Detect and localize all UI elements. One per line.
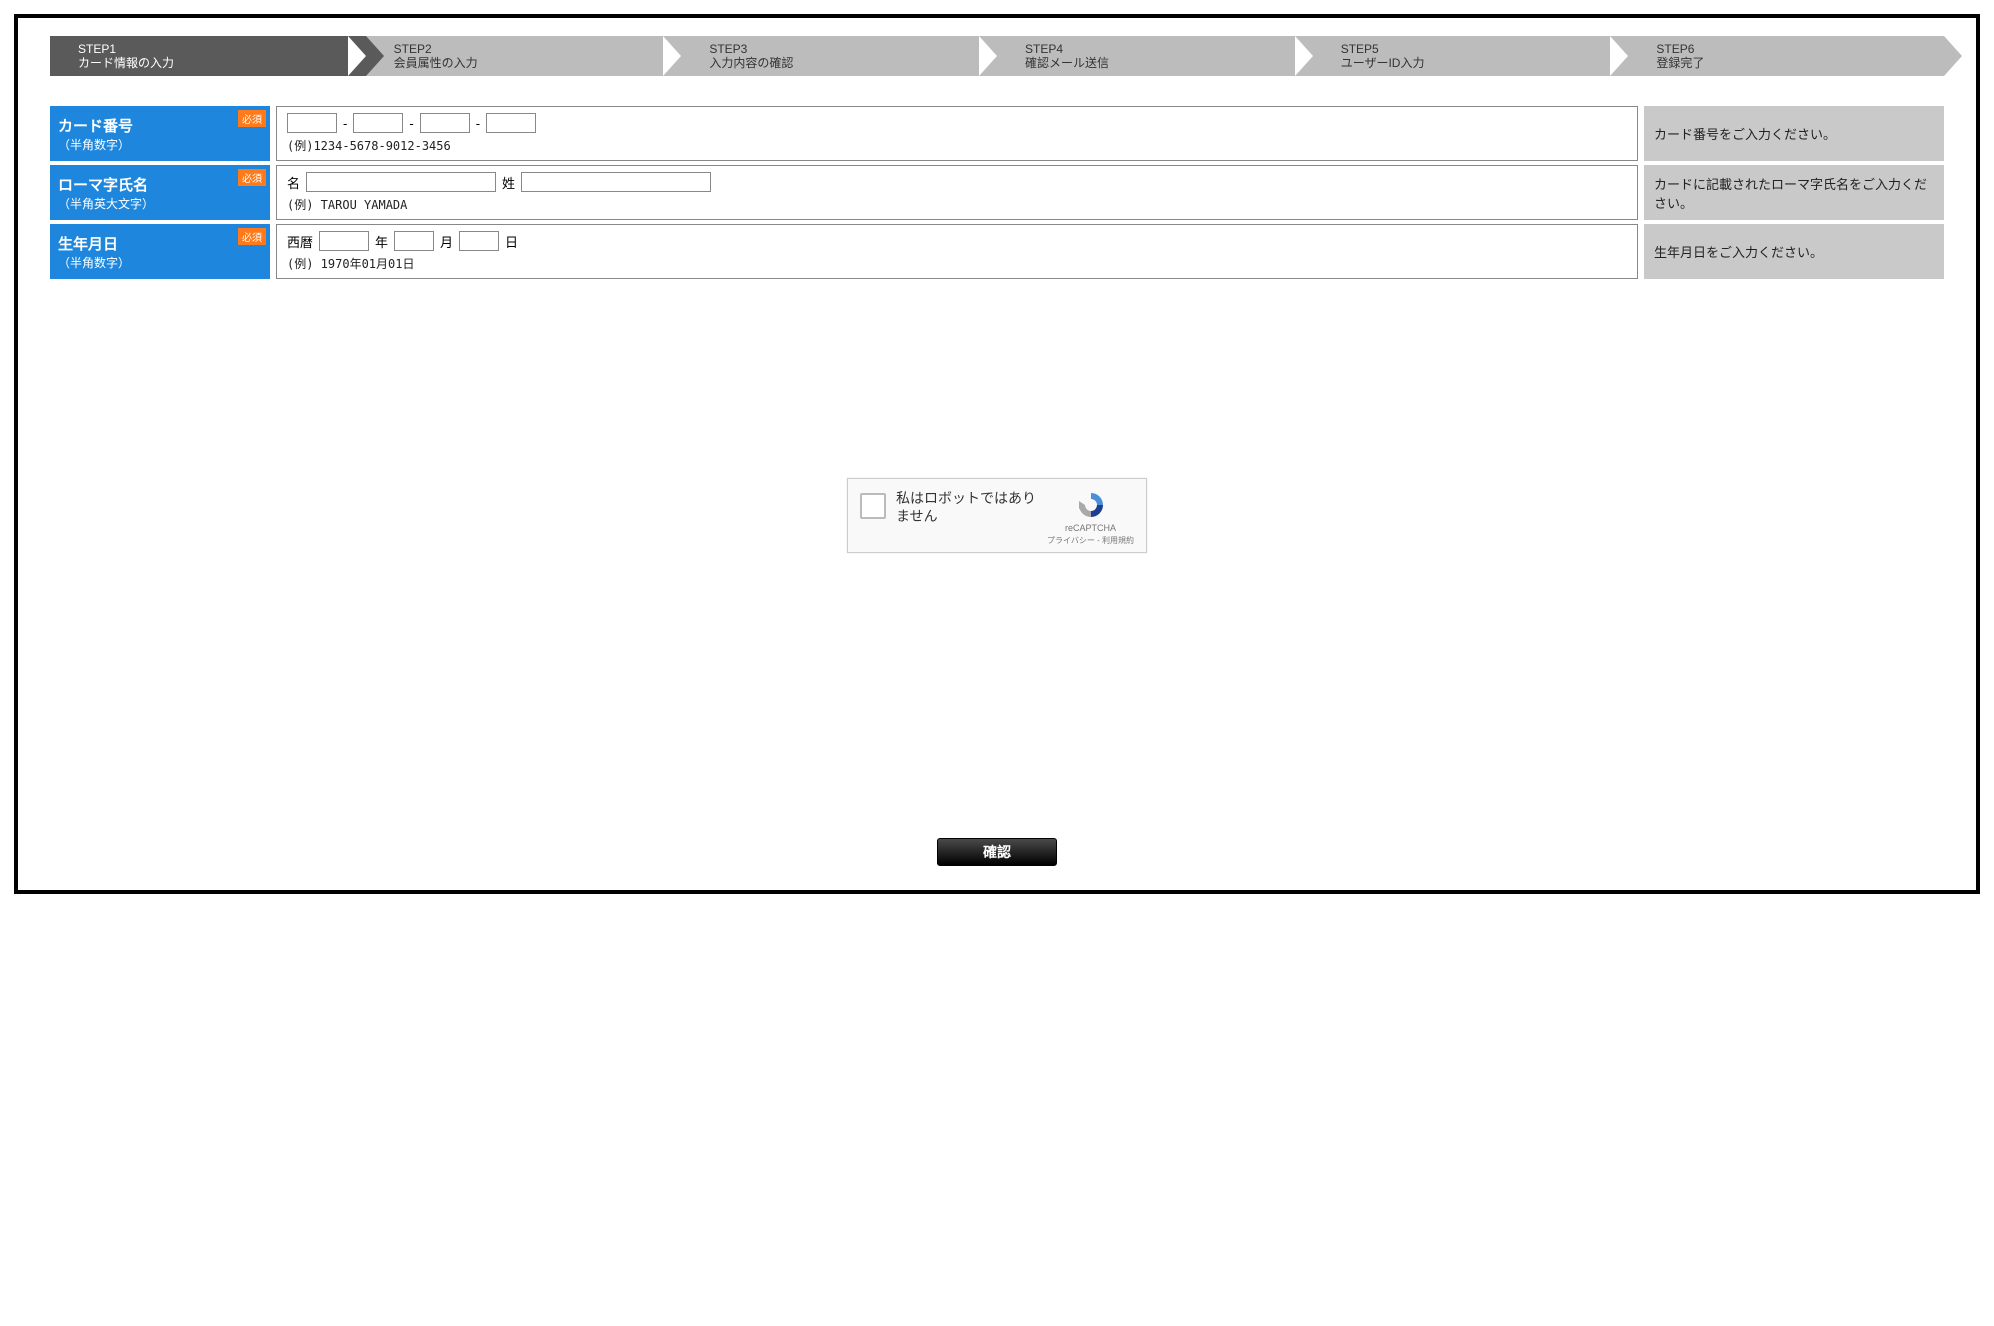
chevron-left-icon [1295, 36, 1313, 76]
step-label-line1: STEP4 [1025, 42, 1109, 56]
hint-dob: 生年月日をご入力ください。 [1644, 224, 1944, 279]
step-label-line2: 入力内容の確認 [709, 56, 793, 70]
label-main: カード番号 [58, 115, 262, 136]
chevron-left-icon [32, 36, 50, 76]
recaptcha-label: 私はロボットではありません [896, 489, 1037, 525]
recaptcha-terms-link[interactable]: 利用規約 [1102, 536, 1134, 545]
chevron-right-icon [366, 36, 384, 76]
label-sub: （半角数字） [58, 136, 262, 153]
name-input-line: 名 姓 [287, 172, 1627, 192]
name-example: (例) TAROU YAMADA [287, 196, 1627, 213]
chevron-right-icon [1313, 36, 1331, 76]
input-cell-name: 名 姓 (例) TAROU YAMADA [276, 165, 1638, 220]
required-badge: 必須 [238, 228, 266, 245]
step-label-line1: STEP1 [78, 42, 174, 56]
card-separator: - [409, 116, 413, 131]
recaptcha-brand-text: reCAPTCHA [1047, 523, 1134, 533]
card-example: (例)1234-5678-9012-3456 [287, 137, 1627, 154]
card-segment-4[interactable] [486, 113, 536, 133]
label-cell-dob: 生年月日 （半角数字） 必須 [50, 224, 270, 279]
card-input-line: - - - [287, 113, 1627, 133]
step-5: STEP5 ユーザーID入力 [1313, 36, 1629, 76]
label-main: ローマ字氏名 [58, 174, 262, 195]
dob-example: (例) 1970年01月01日 [287, 255, 1627, 272]
first-name-input[interactable] [306, 172, 496, 192]
recaptcha-branding: reCAPTCHA プライバシー - 利用規約 [1047, 489, 1134, 546]
day-suffix: 日 [505, 232, 518, 251]
step-label-line2: 登録完了 [1656, 56, 1704, 70]
year-suffix: 年 [375, 232, 388, 251]
step-6: STEP6 登録完了 [1628, 36, 1944, 76]
dob-year-input[interactable] [319, 231, 369, 251]
chevron-right-icon [681, 36, 699, 76]
chevron-left-icon [1610, 36, 1628, 76]
form-table: カード番号 （半角数字） 必須 - - - (例)1234-5678-9012-… [50, 106, 1944, 279]
chevron-right-icon [997, 36, 1015, 76]
last-name-input[interactable] [521, 172, 711, 192]
step-label-line1: STEP3 [709, 42, 793, 56]
row-roman-name: ローマ字氏名 （半角英大文字） 必須 名 姓 (例) TAROU YAMADA … [50, 165, 1944, 220]
card-segment-2[interactable] [353, 113, 403, 133]
chevron-right-icon [1944, 36, 1962, 76]
label-cell-name: ローマ字氏名 （半角英大文字） 必須 [50, 165, 270, 220]
card-segment-3[interactable] [420, 113, 470, 133]
step-4: STEP4 確認メール送信 [997, 36, 1313, 76]
recaptcha-widget: 私はロボットではありません reCAPTCHA プライバシー - 利用規約 [847, 478, 1147, 553]
chevron-right-icon [1628, 36, 1646, 76]
card-separator: - [476, 116, 480, 131]
step-label-line1: STEP5 [1341, 42, 1425, 56]
card-segment-1[interactable] [287, 113, 337, 133]
dob-month-input[interactable] [394, 231, 434, 251]
input-cell-card: - - - (例)1234-5678-9012-3456 [276, 106, 1638, 161]
row-dob: 生年月日 （半角数字） 必須 西暦 年 月 日 (例) 1970年01月01日 … [50, 224, 1944, 279]
step-label-line1: STEP6 [1656, 42, 1704, 56]
first-name-label: 名 [287, 173, 300, 192]
recaptcha-checkbox[interactable] [860, 493, 886, 519]
row-card-number: カード番号 （半角数字） 必須 - - - (例)1234-5678-9012-… [50, 106, 1944, 161]
progress-stepper: STEP1 カード情報の入力 STEP2 会員属性の入力 STEP3 入力内容の… [50, 36, 1944, 76]
last-name-label: 姓 [502, 173, 515, 192]
step-label-line1: STEP2 [394, 42, 478, 56]
chevron-left-icon [348, 36, 366, 76]
dob-input-line: 西暦 年 月 日 [287, 231, 1627, 251]
hint-card: カード番号をご入力ください。 [1644, 106, 1944, 161]
month-suffix: 月 [440, 232, 453, 251]
step-2: STEP2 会員属性の入力 [366, 36, 682, 76]
recaptcha-separator: - [1095, 536, 1102, 545]
dob-day-input[interactable] [459, 231, 499, 251]
hint-name: カードに記載されたローマ字氏名をご入力ください。 [1644, 165, 1944, 220]
recaptcha-privacy-link[interactable]: プライバシー [1047, 536, 1095, 545]
step-label-line2: 確認メール送信 [1025, 56, 1109, 70]
label-main: 生年月日 [58, 233, 262, 254]
label-sub: （半角英大文字） [58, 195, 262, 212]
chevron-left-icon [979, 36, 997, 76]
recaptcha-links: プライバシー - 利用規約 [1047, 535, 1134, 546]
era-label: 西暦 [287, 232, 313, 251]
card-separator: - [343, 116, 347, 131]
step-3: STEP3 入力内容の確認 [681, 36, 997, 76]
form-frame: STEP1 カード情報の入力 STEP2 会員属性の入力 STEP3 入力内容の… [14, 14, 1980, 894]
step-1: STEP1 カード情報の入力 [50, 36, 366, 76]
label-sub: （半角数字） [58, 254, 262, 271]
recaptcha-icon [1075, 489, 1107, 521]
required-badge: 必須 [238, 110, 266, 127]
confirm-button[interactable]: 確認 [937, 838, 1057, 866]
step-label-line2: 会員属性の入力 [394, 56, 478, 70]
step-label-line2: カード情報の入力 [78, 56, 174, 70]
step-label-line2: ユーザーID入力 [1341, 56, 1425, 70]
label-cell-card: カード番号 （半角数字） 必須 [50, 106, 270, 161]
input-cell-dob: 西暦 年 月 日 (例) 1970年01月01日 [276, 224, 1638, 279]
required-badge: 必須 [238, 169, 266, 186]
chevron-left-icon [663, 36, 681, 76]
